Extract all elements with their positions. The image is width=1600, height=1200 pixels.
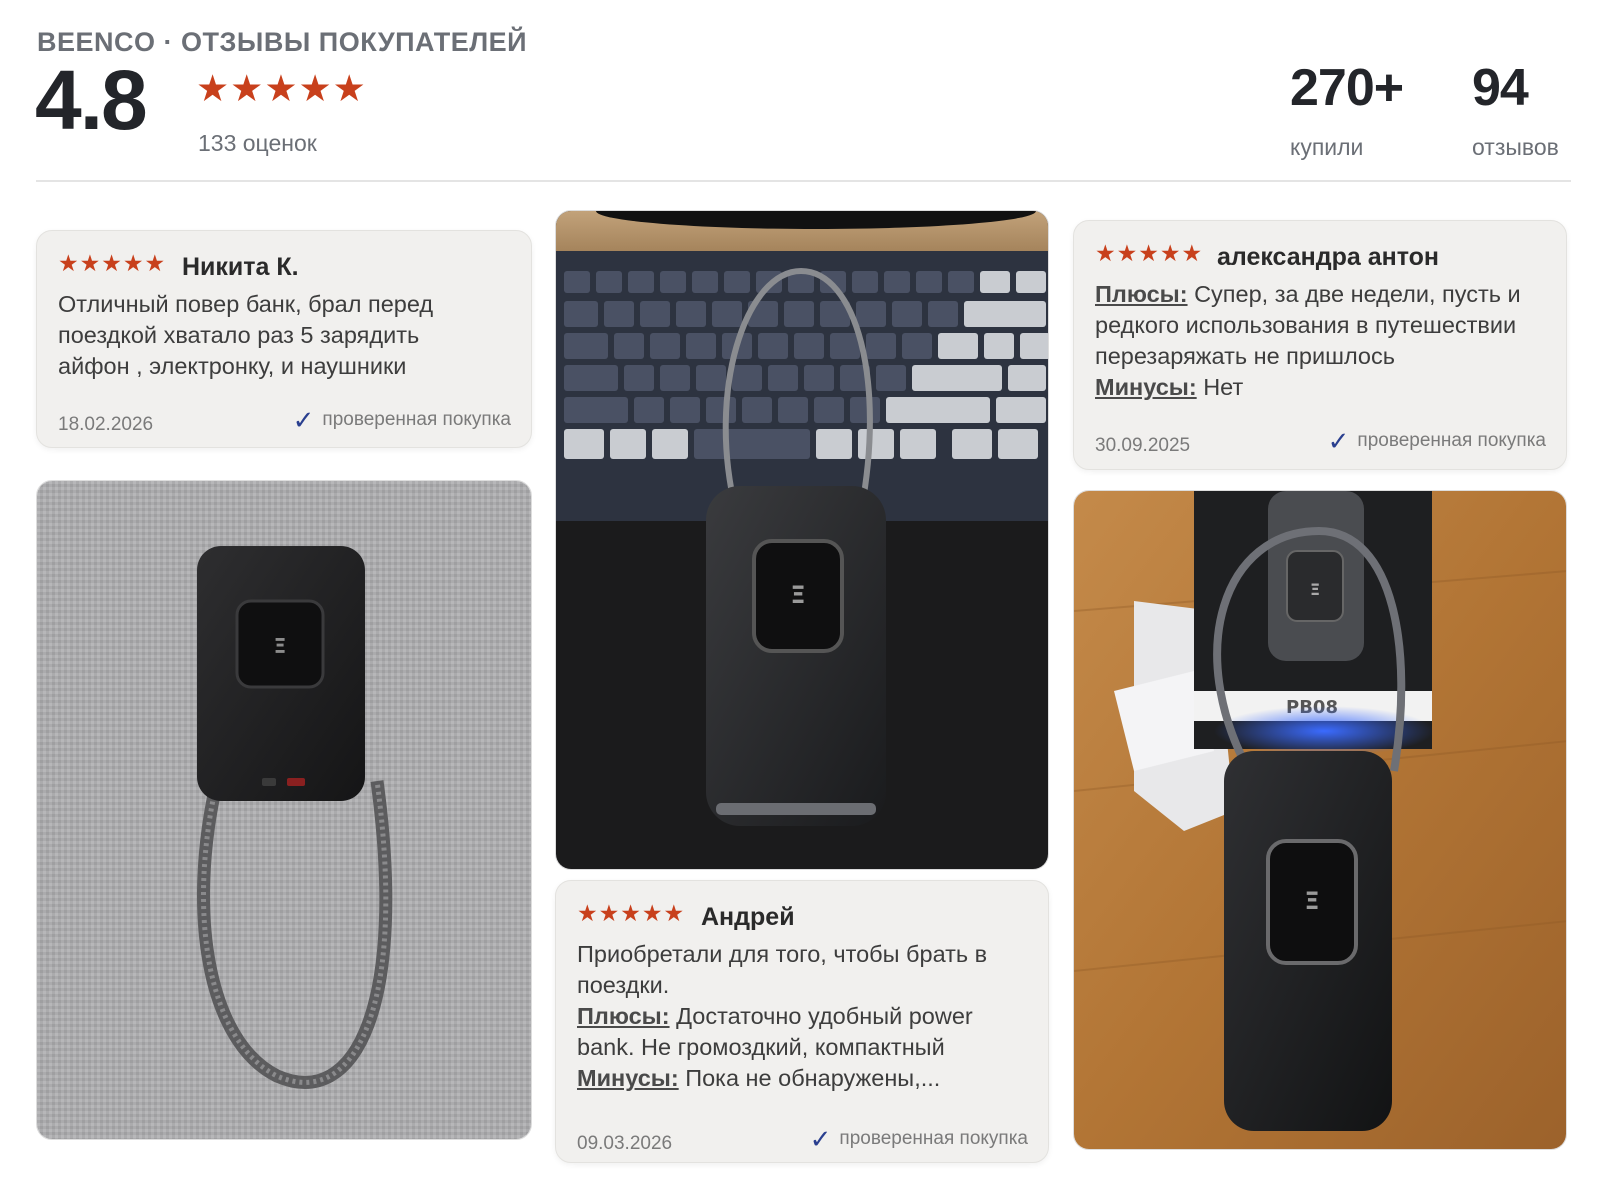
review-card-alexandra[interactable]: ★★★★★ александра антон Плюсы: Супер, за … bbox=[1073, 220, 1567, 470]
check-icon: ✓ bbox=[1327, 426, 1350, 456]
review-text: Отличный повер банк, брал перед поездкой… bbox=[58, 289, 433, 382]
review-author: Андрей bbox=[701, 903, 795, 931]
verified-label: проверенная покупка bbox=[1357, 430, 1546, 451]
rating-stars: ★★★★★ bbox=[196, 68, 367, 109]
verified-purchase: ✓ проверенная покупка bbox=[1328, 428, 1546, 454]
cons-label: Минусы: bbox=[577, 1065, 679, 1091]
review-date: 30.09.2025 bbox=[1095, 435, 1191, 456]
check-icon: ✓ bbox=[292, 405, 315, 435]
review-cons: Минусы: Нет bbox=[1095, 372, 1521, 403]
review-date: 18.02.2026 bbox=[58, 414, 154, 435]
review-text-line: поездкой хватало раз 5 зарядить bbox=[58, 322, 420, 348]
review-stars: ★★★★★ bbox=[58, 250, 167, 276]
review-photo-keyboard[interactable]: Ξ bbox=[555, 210, 1049, 870]
svg-text:Ξ: Ξ bbox=[1310, 580, 1320, 599]
cons-label: Минусы: bbox=[1095, 374, 1197, 400]
reviews-stat: 94 отзывов bbox=[1472, 62, 1559, 161]
review-stars: ★★★★★ bbox=[577, 900, 686, 926]
verified-purchase: ✓ проверенная покупка bbox=[810, 1126, 1028, 1152]
review-card-nikita[interactable]: ★★★★★ Никита К. Отличный повер банк, бра… bbox=[36, 230, 532, 448]
box-photo-image: Ξ PB08 Ξ bbox=[1074, 491, 1566, 1149]
keyboard-photo-image: Ξ bbox=[556, 211, 1048, 869]
review-card-andrey[interactable]: ★★★★★ Андрей Приобретали для того, чтобы… bbox=[555, 880, 1049, 1163]
review-pros-cont: перезаряжать не пришлось bbox=[1095, 343, 1395, 369]
review-text-line: поездки. bbox=[577, 972, 670, 998]
review-pros: Плюсы: Супер, за две недели, пусть и bbox=[1095, 279, 1521, 310]
pros-text: Достаточно удобный power bbox=[669, 1003, 973, 1029]
bought-label: купили bbox=[1290, 134, 1364, 160]
average-rating: 4.8 bbox=[35, 53, 148, 147]
svg-text:Ξ: Ξ bbox=[790, 581, 805, 609]
bought-stat: 270+ купили bbox=[1290, 59, 1404, 161]
verified-label: проверенная покупка bbox=[322, 409, 511, 430]
review-text-line: Приобретали для того, чтобы брать в bbox=[577, 941, 988, 967]
review-text-line: айфон , электронку, и наушники bbox=[58, 353, 407, 379]
verified-label: проверенная покупка bbox=[839, 1128, 1028, 1149]
review-pros: Плюсы: Достаточно удобный power bbox=[577, 1001, 987, 1032]
cons-text: Пока не обнаружены,... bbox=[678, 1065, 941, 1091]
svg-text:Ξ: Ξ bbox=[1304, 887, 1319, 915]
review-cons: Минусы: Пока не обнаружены,... bbox=[577, 1063, 987, 1094]
review-stars: ★★★★★ bbox=[1095, 240, 1204, 266]
ratings-count: 133 оценок bbox=[198, 130, 317, 156]
review-photo-box[interactable]: Ξ PB08 Ξ bbox=[1073, 490, 1567, 1150]
review-photo-fabric[interactable]: Ξ bbox=[36, 480, 532, 1140]
review-text: Плюсы: Супер, за две недели, пусть и ред… bbox=[1095, 279, 1521, 403]
review-author: Никита К. bbox=[182, 253, 299, 281]
review-pros-cont: редкого использования в путешествии bbox=[1095, 312, 1517, 338]
reviews-value: 94 bbox=[1472, 59, 1529, 117]
pros-label: Плюсы: bbox=[1095, 281, 1188, 307]
pros-label: Плюсы: bbox=[577, 1003, 670, 1029]
cons-text: Нет bbox=[1196, 374, 1244, 400]
verified-purchase: ✓ проверенная покупка bbox=[293, 407, 511, 433]
check-icon: ✓ bbox=[809, 1124, 832, 1154]
review-pros-cont: bank. Не громоздкий, компактный bbox=[577, 1034, 945, 1060]
header-divider bbox=[36, 180, 1571, 182]
review-date: 09.03.2026 bbox=[577, 1133, 673, 1154]
review-author: александра антон bbox=[1217, 243, 1440, 271]
review-text-line: Отличный повер банк, брал перед bbox=[58, 291, 434, 317]
review-text: Приобретали для того, чтобы брать в поез… bbox=[577, 939, 987, 1094]
svg-text:Ξ: Ξ bbox=[274, 634, 287, 658]
pros-text: Супер, за две недели, пусть и bbox=[1187, 281, 1521, 307]
powerbank-photo-image: Ξ bbox=[37, 481, 531, 1139]
reviews-label: отзывов bbox=[1472, 134, 1559, 160]
bought-value: 270+ bbox=[1290, 59, 1404, 117]
